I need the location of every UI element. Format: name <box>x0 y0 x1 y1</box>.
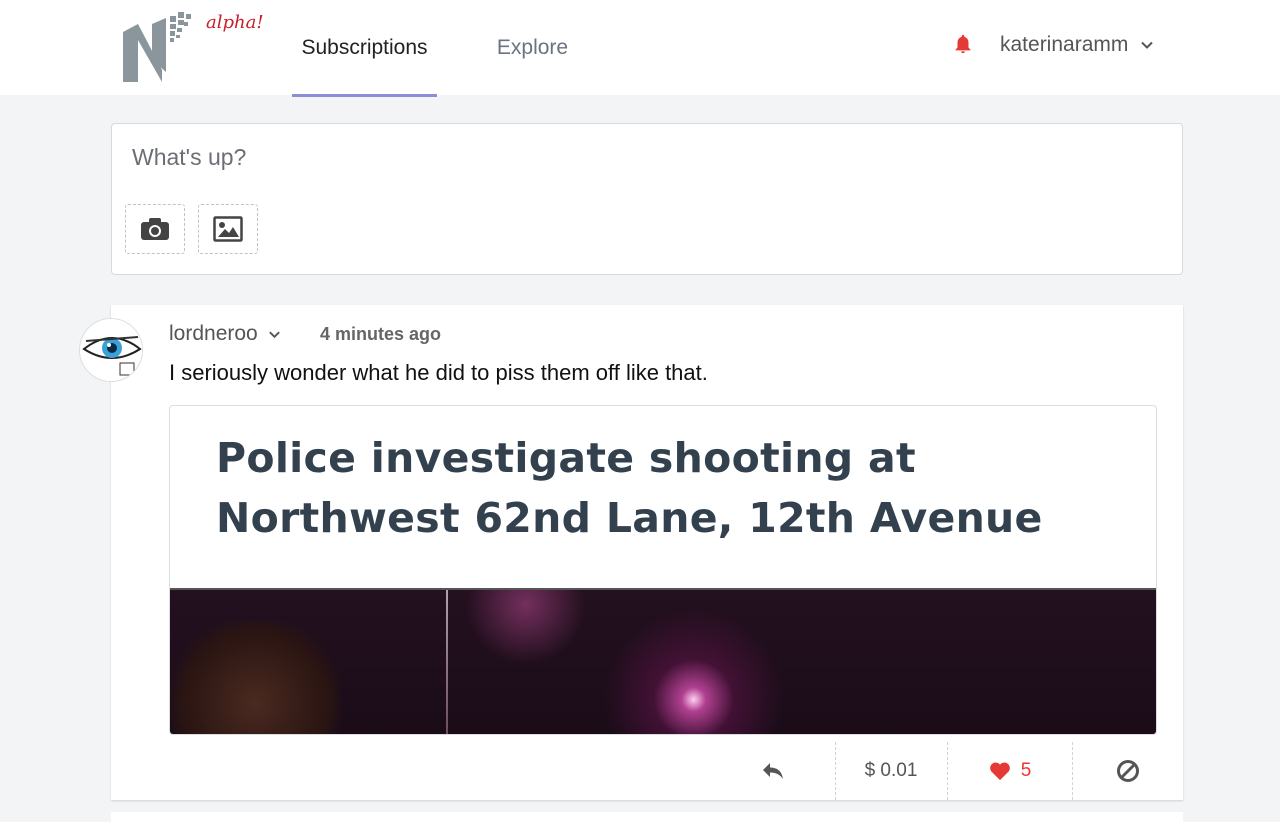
status-input[interactable] <box>132 142 1152 172</box>
photo-pole <box>446 590 448 734</box>
post-text: I seriously wonder what he did to piss t… <box>169 360 708 385</box>
block-button[interactable] <box>1073 742 1183 800</box>
post-composer <box>111 123 1183 275</box>
upload-camera-button[interactable] <box>125 204 185 254</box>
tip-button[interactable]: $ 0.01 <box>836 742 946 800</box>
next-post-card <box>111 812 1183 822</box>
bell-icon[interactable] <box>952 33 974 55</box>
image-photo <box>170 588 1156 734</box>
post-author[interactable]: lordneroo <box>169 322 281 346</box>
post-image[interactable]: Police investigate shooting at Northwest… <box>169 405 1157 735</box>
chevron-down-icon <box>268 331 280 338</box>
author-name: lordneroo <box>169 322 258 345</box>
photo-tree <box>170 620 340 734</box>
reply-icon <box>763 763 783 779</box>
image-icon <box>213 216 243 242</box>
logo-n-icon <box>123 12 191 82</box>
username-label: katerinaramm <box>1000 33 1129 56</box>
upload-image-button[interactable] <box>198 204 258 254</box>
author-avatar[interactable] <box>79 318 143 382</box>
like-count: 5 <box>1020 760 1032 781</box>
tab-subscriptions[interactable]: Subscriptions <box>292 0 437 97</box>
user-menu[interactable]: katerinaramm <box>1000 30 1154 60</box>
post-actions: $ 0.01 5 <box>111 742 1183 800</box>
post-timestamp[interactable]: 4 minutes ago <box>320 324 441 345</box>
reply-button[interactable] <box>723 742 823 800</box>
top-header: alpha! Subscriptions Explore katerinaram… <box>0 0 1280 97</box>
block-icon <box>1117 760 1139 782</box>
logo-badge: alpha! <box>206 12 264 33</box>
heart-icon <box>989 762 1010 781</box>
camera-icon <box>141 218 169 240</box>
eye-avatar-icon <box>80 319 142 381</box>
chevron-down-icon <box>1141 41 1154 49</box>
tab-explore[interactable]: Explore <box>470 0 595 95</box>
image-headline: Police investigate shooting at Northwest… <box>216 434 1043 542</box>
like-button[interactable]: 5 <box>948 742 1072 800</box>
